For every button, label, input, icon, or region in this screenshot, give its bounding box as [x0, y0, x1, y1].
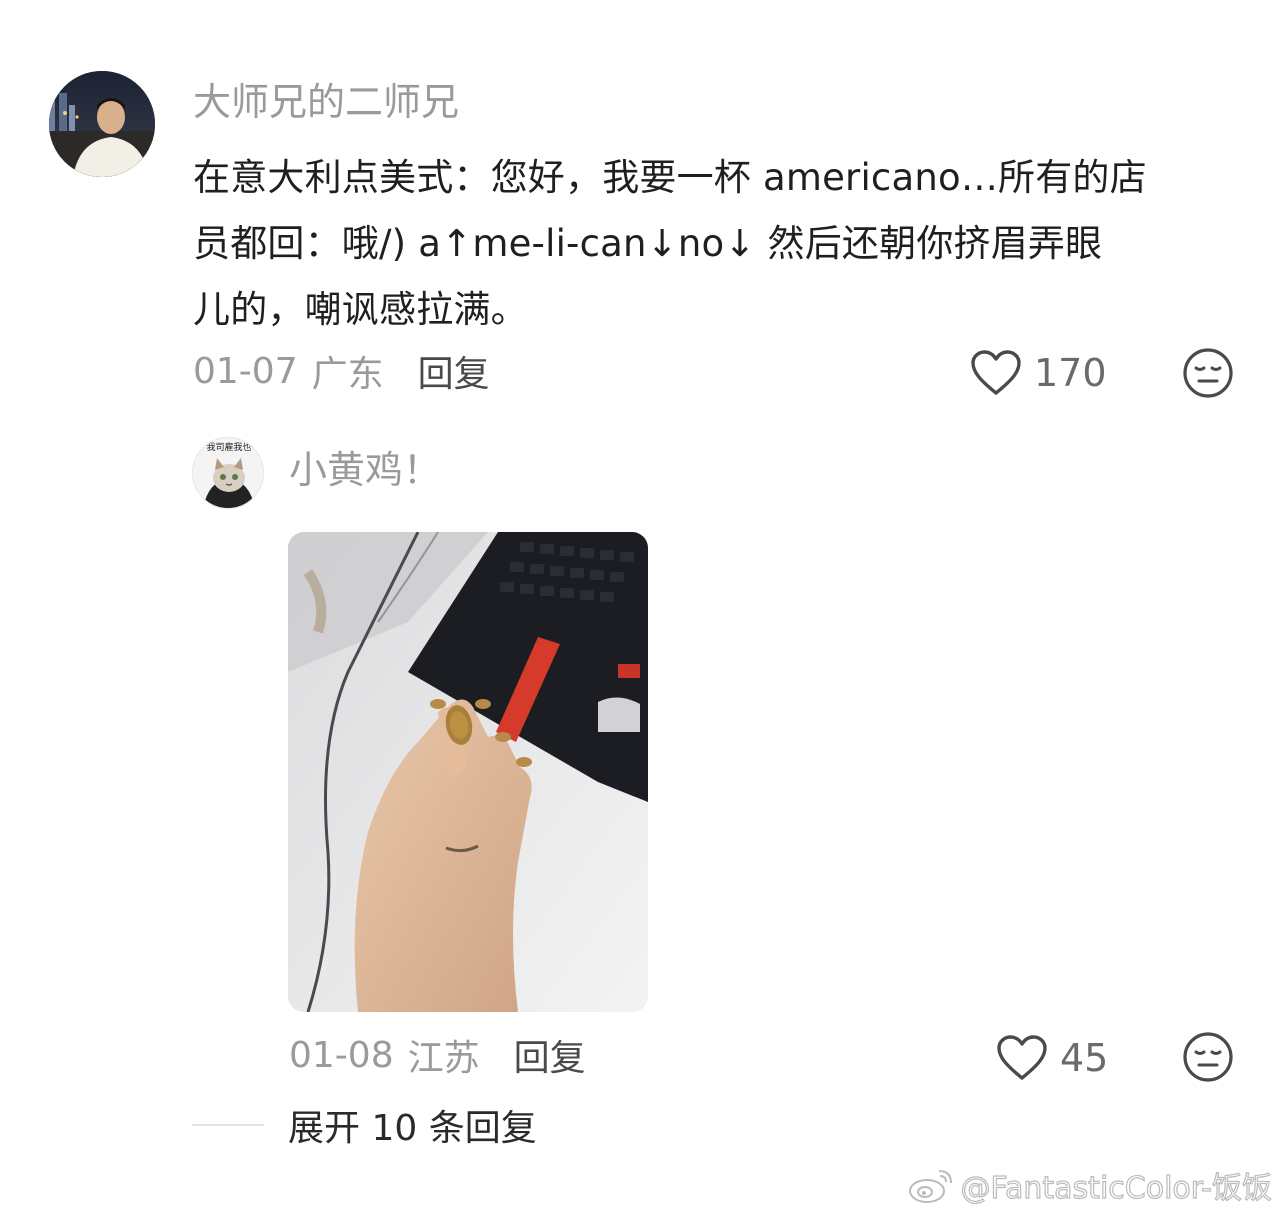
reaction-button[interactable] [1182, 1031, 1234, 1083]
comment-body: 在意大利点美式：您好，我要一杯 americano…所有的店 员都回：哦/) a… [193, 145, 1238, 343]
comment-author-name[interactable]: 大师兄的二师兄 [193, 80, 459, 124]
comment-date: 01-07 [193, 350, 298, 392]
watermark: @FantasticColor-饭饭 [907, 1163, 1273, 1207]
like-count: 45 [1060, 1036, 1109, 1080]
comment-line: 儿的，嘲讽感拉满。 [193, 288, 528, 331]
heart-icon [997, 1035, 1047, 1080]
cat-avatar-image: 我司雇我也 [193, 438, 263, 508]
comment-meta: 01-07 广东 回复 [193, 345, 490, 397]
watermark-text: @FantasticColor-饭饭 [960, 1170, 1273, 1206]
heart-icon [971, 350, 1021, 395]
avatar-caption: 我司雇我也 [206, 441, 251, 453]
reply-button[interactable]: 回复 [418, 345, 490, 397]
comment-line: 在意大利点美式：您好，我要一杯 americano…所有的店 [193, 156, 1147, 199]
photo-thumbnail [288, 532, 648, 1012]
expand-replies-label[interactable]: 展开 10 条回复 [288, 1099, 537, 1151]
like-button[interactable]: 45 [996, 1032, 1108, 1084]
avatar-photo [49, 71, 155, 177]
avatar[interactable]: 我司雇我也 [192, 437, 264, 509]
comment-author-name[interactable]: 小黄鸡！ [289, 448, 441, 492]
comment-location: 广东 [311, 354, 384, 395]
comment-meta: 01-08 江苏 回复 [289, 1029, 586, 1081]
neutral-face-icon [1183, 1032, 1233, 1082]
neutral-face-icon [1183, 348, 1233, 398]
divider [192, 1124, 264, 1126]
avatar[interactable] [49, 71, 155, 177]
comment-line: 员都回：哦/) a↑me-li-can↓no↓ 然后还朝你挤眉弄眼 [193, 222, 1103, 265]
reaction-button[interactable] [1182, 347, 1234, 399]
comment-image[interactable] [288, 532, 648, 1012]
like-count: 170 [1034, 351, 1107, 395]
weibo-logo-icon [908, 1170, 952, 1203]
like-button[interactable]: 170 [970, 347, 1107, 399]
comment-location: 江苏 [407, 1038, 480, 1079]
expand-replies[interactable]: 展开 10 条回复 [192, 1099, 537, 1151]
comment-date: 01-08 [289, 1034, 394, 1076]
reply-button[interactable]: 回复 [514, 1029, 586, 1081]
